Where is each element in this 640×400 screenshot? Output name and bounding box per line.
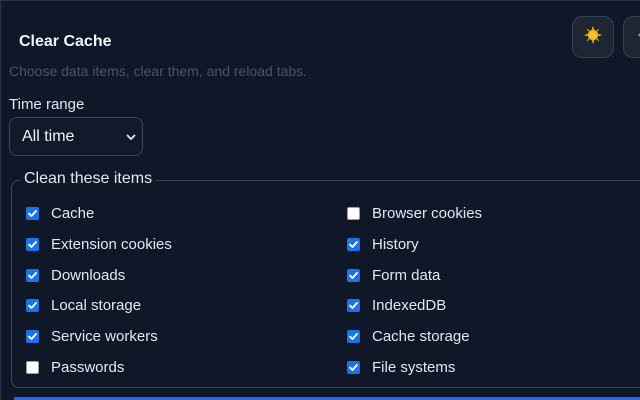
checkbox-browser-cookies[interactable]	[347, 206, 360, 220]
item-extension-cookies[interactable]: Extension cookies	[26, 234, 172, 254]
item-downloads[interactable]: Downloads	[26, 265, 125, 285]
item-service-workers[interactable]: Service workers	[26, 326, 158, 346]
checkbox-cache[interactable]	[26, 206, 39, 220]
item-label: Passwords	[51, 358, 125, 376]
window-border-left	[0, 0, 1, 400]
checkbox-extension-cookies[interactable]	[26, 237, 39, 251]
window-border-top	[0, 0, 640, 1]
time-range-label: Time range	[9, 96, 85, 113]
item-file-systems[interactable]: File systems	[347, 357, 455, 377]
item-cache-storage[interactable]: Cache storage	[347, 326, 470, 346]
item-label: Browser cookies	[372, 204, 483, 222]
item-label: Form data	[372, 266, 441, 284]
item-label: Extension cookies	[51, 235, 172, 253]
item-label: Cache storage	[372, 327, 470, 345]
item-cache[interactable]: Cache	[26, 203, 94, 223]
item-local-storage[interactable]: Local storage	[26, 295, 141, 315]
checkbox-history[interactable]	[347, 237, 360, 251]
checkbox-form-data[interactable]	[347, 268, 360, 282]
sun-icon	[583, 25, 603, 50]
checkbox-cache-storage[interactable]	[347, 329, 360, 343]
checkbox-local-storage[interactable]	[26, 298, 39, 312]
page-title: Clear Cache	[19, 33, 112, 50]
theme-toggle-button[interactable]	[572, 16, 614, 58]
settings-button[interactable]	[623, 16, 640, 58]
chevron-down-icon	[125, 130, 137, 148]
item-label: History	[372, 235, 419, 253]
item-passwords[interactable]: Passwords	[26, 357, 124, 377]
checkbox-passwords[interactable]	[26, 360, 39, 374]
page-subtitle: Choose data items, clear them, and reloa…	[9, 63, 308, 79]
checkbox-downloads[interactable]	[26, 268, 39, 282]
checkbox-service-workers[interactable]	[26, 329, 39, 343]
checkbox-indexeddb[interactable]	[347, 298, 360, 312]
item-form-data[interactable]: Form data	[347, 265, 440, 285]
item-label: IndexedDB	[372, 296, 447, 314]
item-label: Local storage	[51, 296, 142, 314]
checkbox-file-systems[interactable]	[347, 360, 360, 374]
item-history[interactable]: History	[347, 234, 419, 254]
item-browser-cookies[interactable]: Browser cookies	[347, 203, 482, 223]
popup-window: Clear Cache Choose data items, clear the…	[0, 0, 640, 400]
item-label: File systems	[372, 358, 456, 376]
time-range-select[interactable]: All time	[9, 117, 143, 156]
item-label: Downloads	[51, 266, 126, 284]
items-legend: Clean these items	[20, 170, 157, 188]
item-label: Service workers	[51, 327, 158, 345]
time-range-value: All time	[22, 127, 75, 145]
item-indexeddb[interactable]: IndexedDB	[347, 295, 446, 315]
item-label: Cache	[51, 204, 95, 222]
